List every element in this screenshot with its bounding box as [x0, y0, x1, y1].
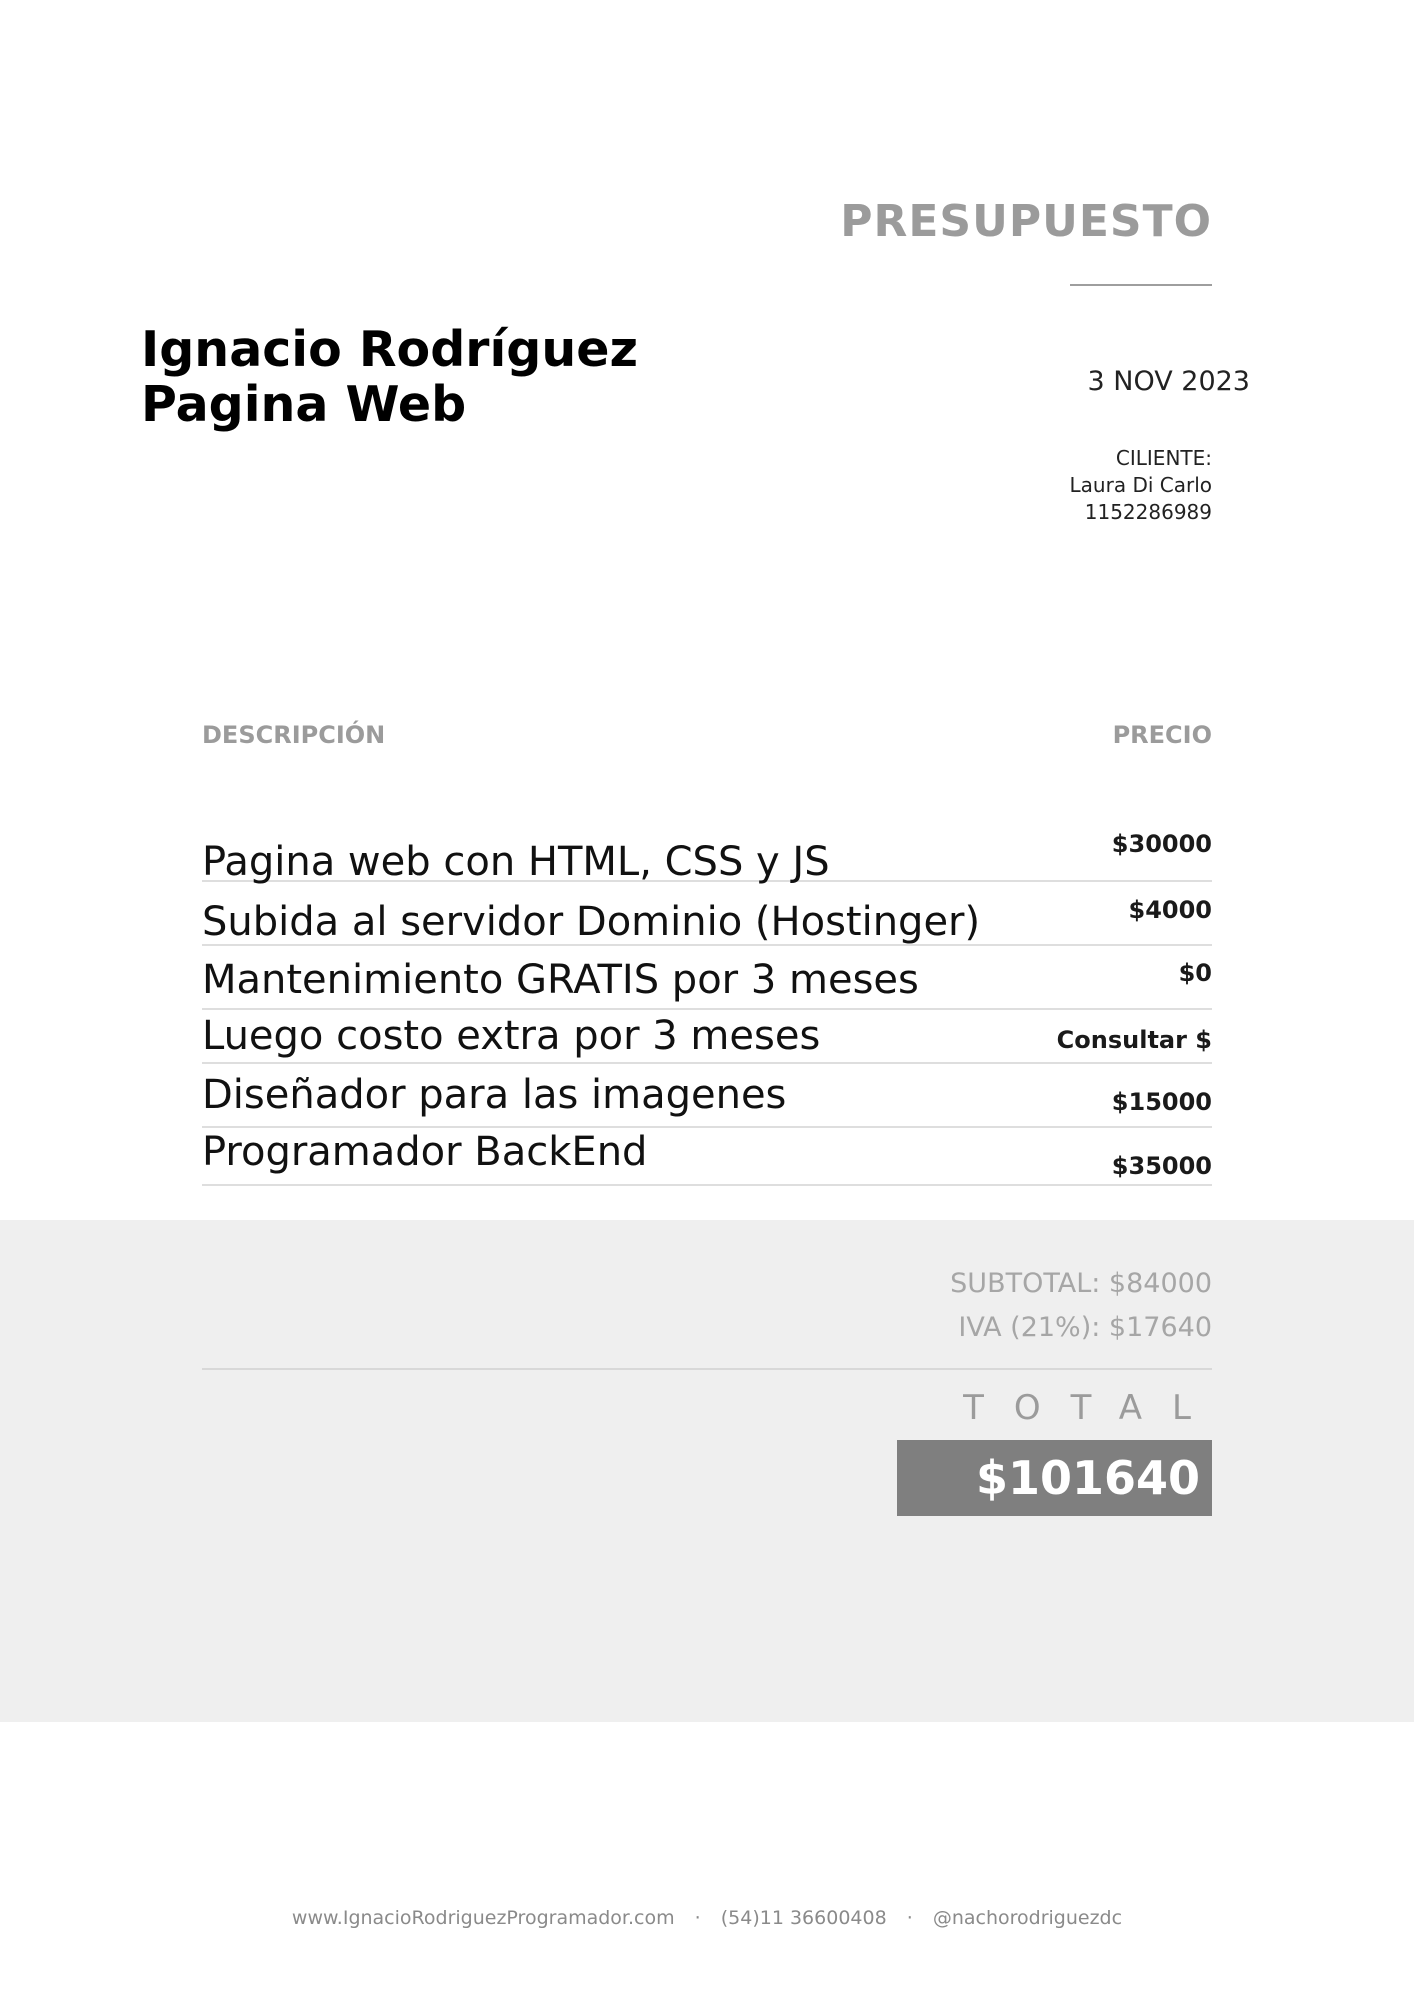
document-title: PRESUPUESTO [840, 196, 1212, 247]
table-row: Subida al servidor Dominio (Hostinger) $… [202, 882, 1212, 946]
item-price: $4000 [1128, 896, 1213, 924]
item-description: Luego costo extra por 3 meses [202, 1013, 821, 1059]
table-row: Programador BackEnd $35000 [202, 1128, 1212, 1186]
client-phone: 1152286989 [1084, 500, 1212, 524]
item-price: $15000 [1111, 1088, 1212, 1116]
footer-separator: · [906, 1907, 913, 1929]
subtotal: SUBTOTAL: $84000 [950, 1268, 1212, 1299]
item-description: Diseñador para las imagenes [202, 1072, 787, 1118]
issuer-block: Ignacio Rodríguez Pagina Web [141, 322, 638, 432]
item-price: $30000 [1111, 830, 1212, 858]
total-label: TOTAL [963, 1388, 1221, 1428]
footer-contact: www.IgnacioRodriguezProgramador.com · (5… [0, 1907, 1414, 1929]
total-amount-box: $101640 [897, 1440, 1212, 1516]
title-divider [1070, 284, 1212, 286]
document-date: 3 NOV 2023 [1087, 366, 1250, 397]
item-price: $0 [1178, 959, 1212, 987]
item-price: $35000 [1111, 1152, 1212, 1180]
client-label: CILIENTE: [1115, 446, 1212, 470]
footer-handle: @nachorodriguezdc [932, 1907, 1123, 1929]
table-row: Diseñador para las imagenes $15000 [202, 1064, 1212, 1128]
item-description: Subida al servidor Dominio (Hostinger) [202, 899, 981, 945]
item-price: Consultar $ [1056, 1026, 1212, 1054]
issuer-subtitle: Pagina Web [141, 376, 467, 433]
items-table: Pagina web con HTML, CSS y JS $30000 Sub… [202, 826, 1212, 1186]
footer-separator: · [694, 1907, 701, 1929]
issuer-name: Ignacio Rodríguez [141, 321, 638, 378]
table-row: Luego costo extra por 3 meses Consultar … [202, 1010, 1212, 1064]
table-row: Mantenimiento GRATIS por 3 meses $0 [202, 946, 1212, 1010]
item-description: Mantenimiento GRATIS por 3 meses [202, 957, 919, 1003]
table-row: Pagina web con HTML, CSS y JS $30000 [202, 826, 1212, 882]
item-description: Pagina web con HTML, CSS y JS [202, 839, 830, 885]
footer-website: www.IgnacioRodriguezProgramador.com [291, 1907, 675, 1929]
column-header-description: DESCRIPCIÓN [202, 721, 386, 749]
item-description: Programador BackEnd [202, 1129, 648, 1175]
client-name: Laura Di Carlo [1069, 473, 1212, 497]
column-header-price: PRECIO [1112, 721, 1212, 749]
totals-divider [202, 1368, 1212, 1370]
tax-line: IVA (21%): $17640 [958, 1312, 1212, 1343]
footer-phone: (54)11 36600408 [720, 1907, 887, 1929]
client-block: CILIENTE: Laura Di Carlo 1152286989 [1070, 445, 1212, 526]
total-amount: $101640 [975, 1451, 1200, 1505]
